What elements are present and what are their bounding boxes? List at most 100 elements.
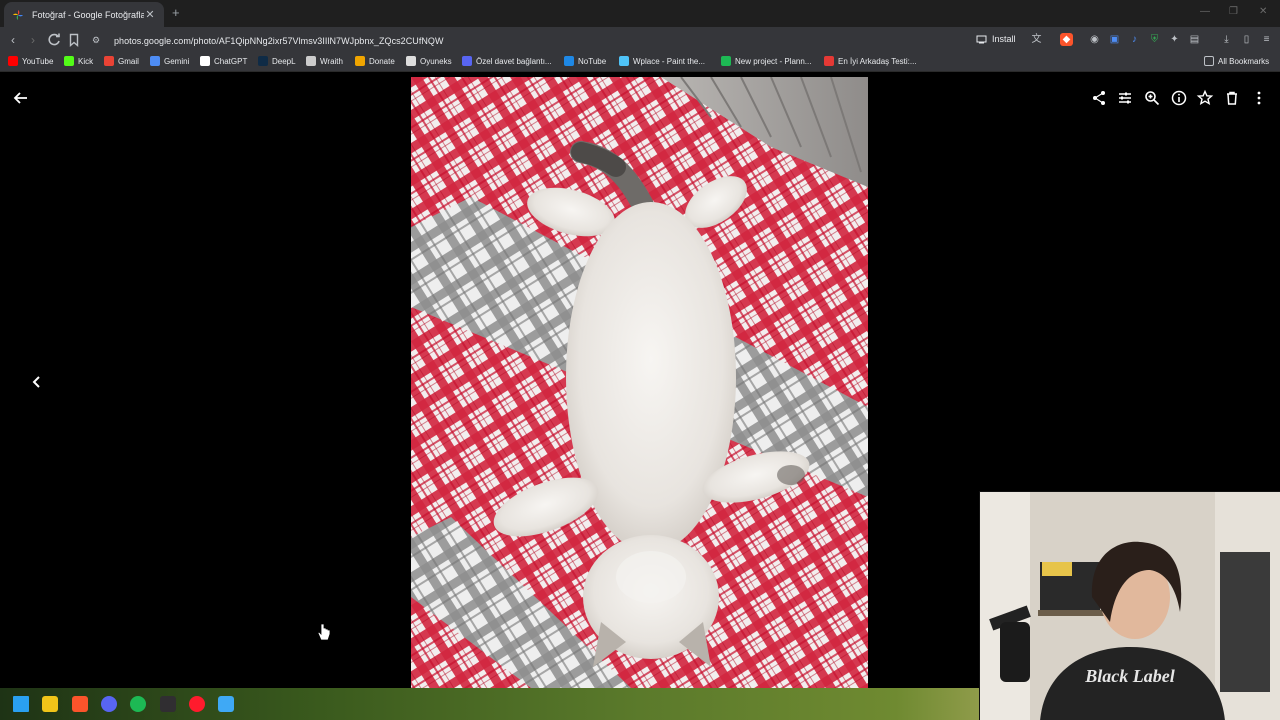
back-button[interactable]: ‹ (5, 32, 21, 48)
oyuneks-icon (406, 56, 416, 66)
bookmark-label: Oyuneks (420, 56, 452, 66)
extension-audio-icon[interactable]: ♪ (1128, 33, 1141, 46)
url-text[interactable]: photos.google.com/photo/AF1QipNNg2ixr57V… (114, 36, 444, 46)
folder-icon (1204, 56, 1214, 66)
bookmark-label: YouTube (22, 56, 54, 66)
install-icon (976, 35, 987, 43)
bookmark-en-i-yi-arkada-testi[interactable]: En İyi Arkadaş Testi:... (824, 56, 917, 66)
site-info-icon[interactable]: ⚙ (92, 35, 108, 46)
address-bar[interactable]: ⚙ photos.google.com/photo/AF1QipNNg2ixr5… (88, 30, 968, 51)
extensions-puzzle-icon[interactable]: ✦ (1168, 33, 1181, 46)
file-explorer-icon[interactable] (42, 696, 59, 712)
brave-icon[interactable] (71, 696, 88, 712)
wplace-icon (619, 56, 629, 66)
bookmark-label: En İyi Arkadaş Testi:... (838, 56, 917, 66)
new-tab-button[interactable]: + (172, 5, 180, 20)
bookmark-oyuneks[interactable]: Oyuneks (406, 56, 452, 66)
planner-icon (721, 56, 731, 66)
brave-shields-icon[interactable]: ◆ (1060, 33, 1073, 46)
maximize-button[interactable]: ❐ (1229, 6, 1238, 17)
windows-start-icon[interactable] (13, 696, 29, 712)
bookmark-wplace-paint-the[interactable]: Wplace - Paint the... (619, 56, 705, 66)
previous-photo-icon[interactable] (28, 373, 46, 391)
bookmark-notube[interactable]: NoTube (564, 56, 606, 66)
discord-icon[interactable] (100, 696, 117, 712)
translate-icon[interactable]: 文 (1030, 33, 1043, 46)
gmail-icon (104, 56, 114, 66)
deepl-icon (258, 56, 268, 66)
more-icon[interactable] (1250, 89, 1268, 107)
extension-trash-icon[interactable]: ▤ (1188, 33, 1201, 46)
bookmark-label: Özel davet bağlantı... (476, 56, 552, 66)
bookmark-label: Gemini (164, 56, 190, 66)
notube-icon (564, 56, 574, 66)
shirt-text: Black Label (1084, 666, 1174, 686)
bookmark-icon[interactable] (66, 32, 82, 48)
bookmark--zel-davet-ba-lant[interactable]: Özel davet bağlantı... (462, 56, 552, 66)
mouse-pointer-icon (317, 623, 331, 641)
youtube-icon (8, 56, 18, 66)
bookmark-deepl[interactable]: DeepL (258, 56, 296, 66)
google-photos-icon (13, 9, 23, 20)
bookmark-donate[interactable]: Donate (355, 56, 395, 66)
reload-icon[interactable] (46, 32, 62, 48)
bookmark-gmail[interactable]: Gmail (104, 56, 139, 66)
webcam-overlay: Black Label (979, 491, 1280, 720)
install-label: Install (992, 34, 1016, 44)
bookmark-label: New project - Plann... (735, 56, 812, 66)
zoom-icon[interactable] (1143, 89, 1161, 107)
obs-icon[interactable] (159, 696, 176, 712)
share-icon[interactable] (1090, 89, 1108, 107)
photo[interactable] (411, 77, 868, 688)
donate-icon (355, 56, 365, 66)
webcam-feed-image: Black Label (980, 492, 1280, 720)
all-bookmarks-label: All Bookmarks (1218, 56, 1270, 66)
bookmark-new-project-plann[interactable]: New project - Plann... (721, 56, 811, 66)
bookmark-wraith[interactable]: Wraith (306, 56, 343, 66)
bookmark-label: ChatGPT (214, 56, 248, 66)
wraith-icon (306, 56, 316, 66)
tab-google-photos[interactable]: Fotoğraf - Google Fotoğraflar ✕ (4, 2, 164, 27)
bookmarks-bar: All Bookmarks YouTube Kick Gmail Gemini Chat… (0, 53, 1280, 72)
bookmark-label: Kick (78, 56, 94, 66)
close-window-button[interactable]: ✕ (1259, 6, 1267, 17)
chatgpt-icon (200, 56, 210, 66)
kick-icon (64, 56, 74, 66)
install-app-button[interactable]: Install (976, 34, 1016, 44)
extension-mask-icon[interactable]: ◉ (1088, 33, 1101, 46)
tab-strip: Fotoğraf - Google Fotoğraflar ✕ + — ❐ ✕ (0, 0, 1280, 27)
quiz-icon (824, 56, 834, 66)
downloads-icon[interactable]: ⤓ (1220, 33, 1233, 46)
sidebar-icon[interactable]: ▯ (1240, 33, 1253, 46)
bookmark-label: NoTube (578, 56, 607, 66)
extension-shield-icon[interactable]: ⛨ (1148, 33, 1161, 46)
kitten-photo-image (411, 77, 868, 688)
all-bookmarks-button[interactable]: All Bookmarks (1204, 56, 1269, 66)
bookmark-label: Donate (369, 56, 395, 66)
menu-icon[interactable]: ≡ (1260, 33, 1273, 46)
tab-close-icon[interactable]: ✕ (144, 8, 156, 21)
bookmark-kick[interactable]: Kick (64, 56, 93, 66)
bookmark-gemini[interactable]: Gemini (150, 56, 189, 66)
edit-icon[interactable] (1116, 89, 1134, 107)
delete-icon[interactable] (1223, 89, 1241, 107)
bookmark-youtube[interactable]: YouTube (8, 56, 53, 66)
bookmark-chatgpt[interactable]: ChatGPT (200, 56, 247, 66)
app-icon[interactable] (218, 696, 235, 712)
opera-icon[interactable] (188, 696, 205, 712)
browser-toolbar: ‹ › ⚙ photos.google.com/photo/AF1QipNNg2… (0, 27, 1280, 53)
discord-icon (462, 56, 472, 66)
minimize-button[interactable]: — (1200, 6, 1210, 17)
bookmark-label: Gmail (118, 56, 139, 66)
bookmark-label: Wraith (320, 56, 343, 66)
forward-button[interactable]: › (25, 32, 41, 48)
favorite-icon[interactable] (1196, 89, 1214, 107)
extension-translate-icon[interactable]: ▣ (1108, 33, 1121, 46)
bookmark-label: DeepL (272, 56, 296, 66)
bookmark-label: Wplace - Paint the... (633, 56, 706, 66)
info-icon[interactable] (1170, 89, 1188, 107)
back-arrow-icon[interactable] (12, 89, 30, 107)
spotify-icon[interactable] (130, 696, 147, 712)
gemini-icon (150, 56, 160, 66)
tab-title: Fotoğraf - Google Fotoğraflar (32, 9, 144, 20)
